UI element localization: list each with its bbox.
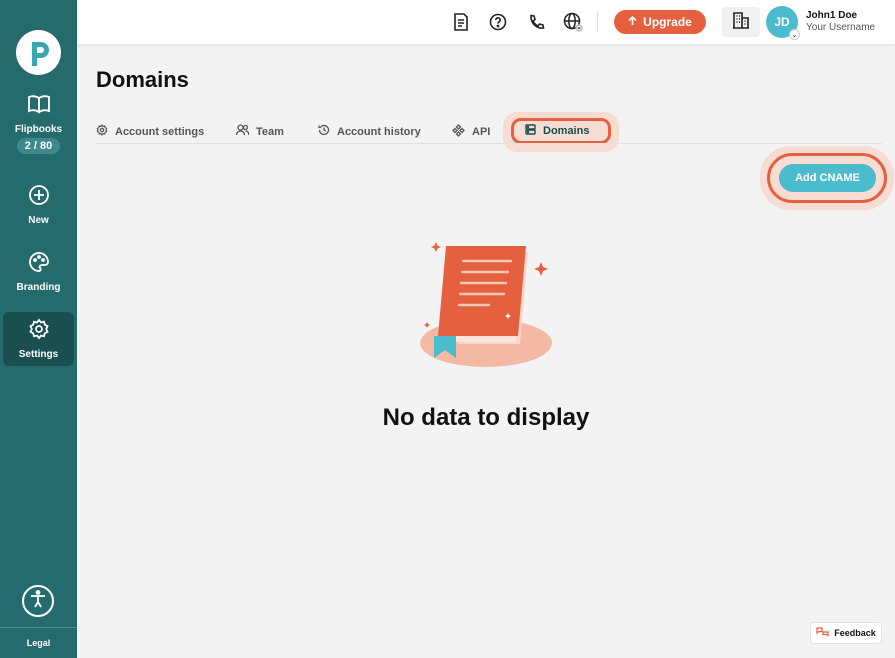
settings-tabs: Account settings Team Account history AP…: [96, 120, 882, 144]
tab-label: Account settings: [115, 125, 205, 138]
globe-icon[interactable]: [563, 12, 583, 32]
accessibility-icon: [28, 589, 48, 614]
tab-api[interactable]: API: [452, 124, 490, 140]
top-header: Upgrade JD ⌄ John1 Doe Your Username: [77, 0, 895, 44]
page-title: Domains: [96, 67, 189, 92]
user-name: John1 Doe: [806, 10, 858, 21]
organization-button[interactable]: [722, 7, 760, 37]
tab-account-settings[interactable]: Account settings: [96, 124, 204, 139]
upgrade-label: Upgrade: [643, 15, 692, 29]
tab-domains[interactable]: Domains: [525, 124, 589, 138]
user-info[interactable]: John1 Doe Your Username: [806, 10, 875, 33]
gear-icon: [96, 124, 108, 139]
sidebar-item-flipbooks[interactable]: Flipbooks 2 / 80: [3, 93, 74, 154]
feedback-button[interactable]: Feedback: [810, 622, 882, 644]
sidebar-item-new[interactable]: New: [3, 184, 74, 226]
avatar-initials: JD: [774, 15, 790, 29]
tab-label: Domains: [543, 125, 590, 137]
flipbook-logo-icon[interactable]: [16, 30, 61, 75]
sidebar-item-label: Branding: [16, 282, 61, 293]
chevron-down-icon: ⌄: [789, 29, 800, 40]
history-icon: [318, 124, 330, 139]
feedback-label: Feedback: [834, 628, 876, 638]
help-icon[interactable]: [488, 12, 508, 32]
tab-label: Team: [256, 125, 284, 138]
book-open-icon: [27, 93, 51, 120]
add-cname-button[interactable]: Add CNAME: [779, 164, 876, 192]
document-icon[interactable]: [451, 12, 471, 32]
phone-icon[interactable]: [526, 12, 546, 32]
avatar[interactable]: JD ⌄: [766, 6, 800, 40]
accessibility-button[interactable]: [22, 585, 54, 617]
users-icon: [235, 124, 250, 139]
empty-state-illustration: [416, 240, 556, 380]
plus-circle-icon: [28, 184, 50, 211]
sidebar-divider: [0, 627, 77, 628]
building-icon: [732, 11, 750, 34]
tab-team[interactable]: Team: [235, 124, 284, 139]
header-divider: [597, 12, 598, 32]
gear-icon: [28, 318, 50, 345]
upgrade-button[interactable]: Upgrade: [614, 10, 706, 34]
palette-icon: [28, 251, 50, 278]
empty-state-message: No data to display: [382, 404, 590, 431]
sidebar-item-branding[interactable]: Branding: [3, 251, 74, 293]
user-username: Your Username: [806, 22, 876, 33]
tab-label: Account history: [337, 125, 421, 138]
api-icon: [452, 124, 465, 140]
sidebar: Flipbooks 2 / 80 New Branding Settings L…: [0, 0, 77, 658]
flipbook-counter-badge: 2 / 80: [16, 138, 61, 154]
tab-account-history[interactable]: Account history: [318, 124, 421, 139]
legal-link[interactable]: Legal: [0, 638, 77, 648]
arrow-up-icon: [628, 15, 637, 29]
server-icon: [525, 124, 536, 138]
sidebar-item-label: Settings: [18, 349, 59, 360]
sidebar-item-label: New: [28, 215, 49, 226]
sidebar-item-settings[interactable]: Settings: [3, 312, 74, 366]
sidebar-item-label: Flipbooks: [14, 124, 63, 135]
tab-label: API: [472, 126, 491, 138]
feedback-icon: [816, 626, 829, 640]
